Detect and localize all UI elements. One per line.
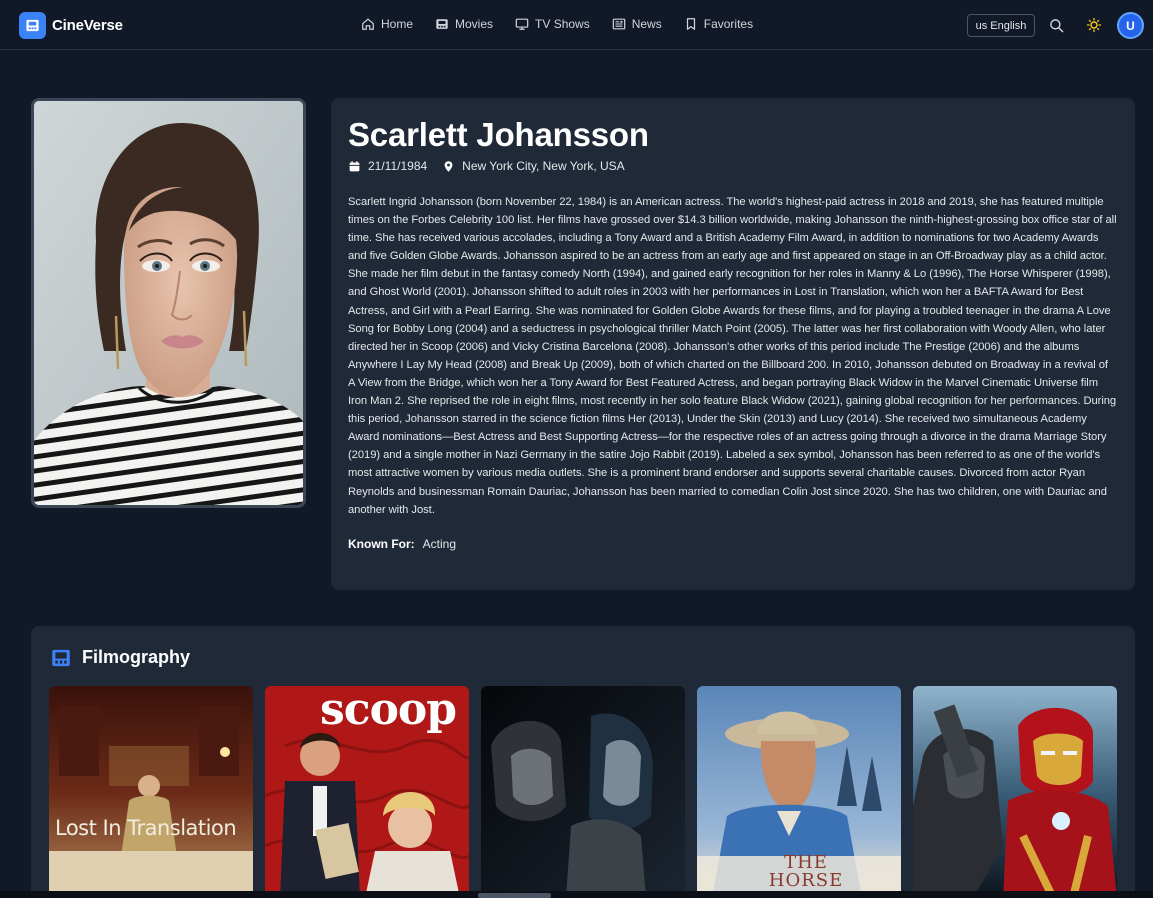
birthplace: New York City, New York, USA	[442, 159, 625, 173]
horizontal-scrollbar[interactable]	[0, 891, 1153, 898]
filmography-section: Filmography Lost In Translation scoop TH…	[31, 626, 1135, 898]
navbar: CineVerse Home Movies TV Shows News Favo…	[0, 0, 1153, 50]
filmography-heading: Filmography	[51, 647, 190, 668]
nav-favorites[interactable]: Favorites	[684, 17, 753, 31]
known-for: Known For: Acting	[348, 537, 1117, 551]
film-card[interactable]	[913, 686, 1117, 898]
bookmark-icon	[686, 18, 695, 30]
movie-poster	[265, 686, 469, 898]
tv-icon	[515, 18, 529, 30]
nav-home[interactable]: Home	[361, 17, 413, 31]
user-avatar[interactable]: U	[1117, 12, 1144, 39]
scrollbar-thumb[interactable]	[478, 893, 551, 898]
film-icon	[19, 12, 46, 39]
sun-icon[interactable]	[1086, 17, 1102, 33]
movie-poster	[913, 686, 1117, 898]
biography-card: Scarlett Johansson 21/11/1984 New York C…	[331, 98, 1135, 590]
calendar-icon	[349, 160, 360, 171]
film-list: Lost In Translation scoop THE HORSE	[49, 686, 1117, 898]
birthplace-value: New York City, New York, USA	[462, 159, 625, 173]
biography-text: Scarlett Ingrid Johansson (born November…	[348, 196, 1117, 516]
main-nav: Home Movies TV Shows News Favorites	[361, 17, 775, 31]
film-icon	[52, 649, 70, 666]
brand-logo-link[interactable]: CineVerse	[19, 12, 123, 39]
nav-news-label: News	[631, 17, 662, 31]
nav-home-label: Home	[381, 17, 414, 31]
known-for-label: Known For:	[348, 536, 415, 551]
nav-movies[interactable]: Movies	[435, 17, 493, 31]
nav-tv-shows-label: TV Shows	[535, 17, 590, 31]
birthday: 21/11/1984	[348, 159, 427, 173]
movie-poster	[481, 686, 685, 898]
filmography-title: Filmography	[82, 647, 191, 667]
home-icon	[362, 18, 374, 30]
newspaper-icon	[612, 18, 626, 30]
location-pin-icon	[444, 160, 453, 172]
film-card[interactable]: THE HORSE	[697, 686, 901, 898]
movie-poster	[697, 686, 901, 898]
profile-photo	[31, 98, 306, 508]
search-icon[interactable]	[1049, 18, 1064, 33]
known-for-value: Acting	[422, 536, 457, 551]
nav-favorites-label: Favorites	[703, 17, 754, 31]
person-meta: 21/11/1984 New York City, New York, USA	[348, 159, 1117, 173]
person-name: Scarlett Johansson	[348, 116, 649, 153]
birthday-value: 21/11/1984	[368, 159, 428, 173]
language-selector[interactable]: us English	[967, 14, 1035, 37]
movie-poster	[49, 686, 253, 898]
film-card[interactable]	[481, 686, 685, 898]
nav-news[interactable]: News	[612, 17, 662, 31]
brand-name: CineVerse	[52, 17, 123, 34]
nav-movies-label: Movies	[455, 17, 494, 31]
film-card[interactable]: scoop	[265, 686, 469, 898]
film-icon	[436, 19, 448, 29]
nav-tv-shows[interactable]: TV Shows	[515, 17, 590, 31]
film-card[interactable]: Lost In Translation	[49, 686, 253, 898]
